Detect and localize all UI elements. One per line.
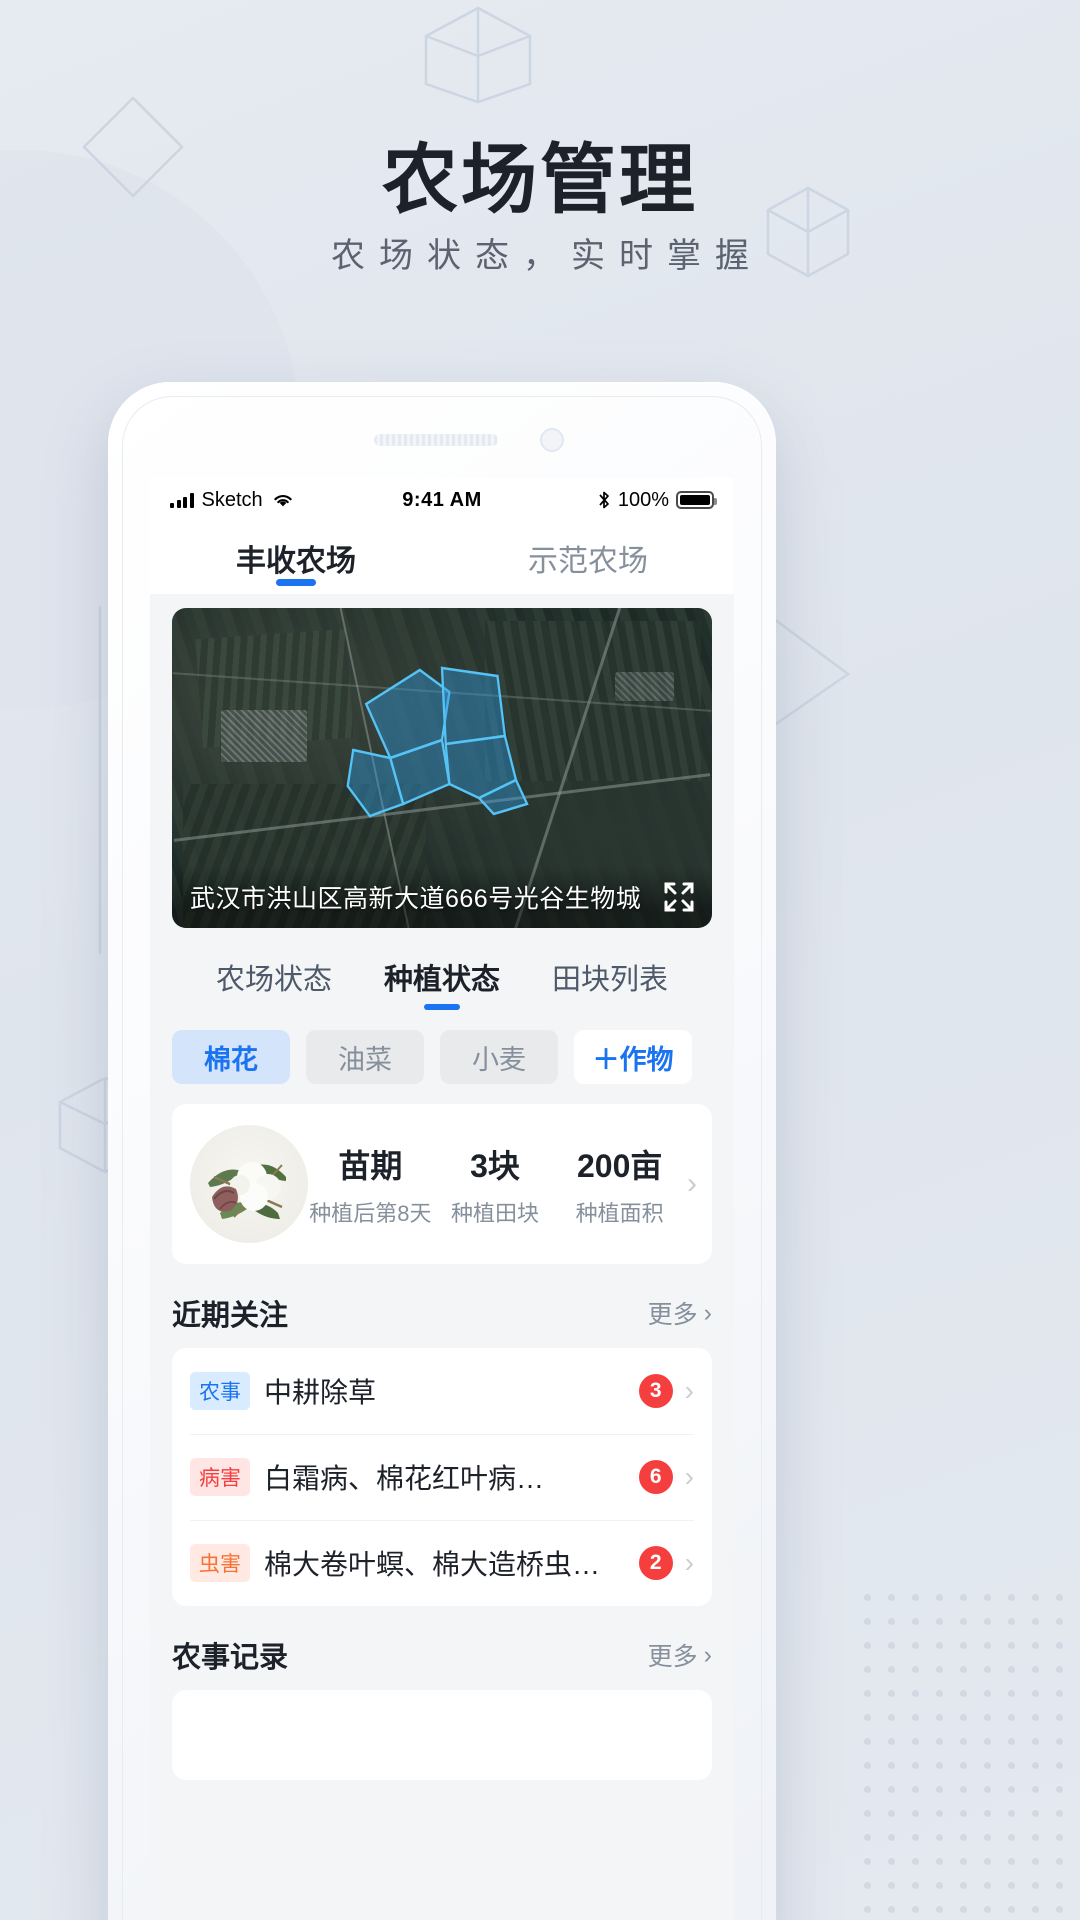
record-section-header: 农事记录 更多 › [150,1606,734,1690]
section-title: 农事记录 [172,1642,289,1674]
crop-stat-value: 苗期 [338,1147,403,1184]
list-item[interactable]: 虫害 棉大卷叶螟、棉大造桥虫… 2 › [190,1520,694,1606]
active-tab-indicator [276,579,316,586]
recent-section-header: 近期关注 更多 › [150,1264,734,1348]
sub-tab-farm-status[interactable]: 农场状态 [216,956,332,1012]
status-time: 9:41 AM [402,488,482,511]
poster-page: 农场管理 农场状态，实时掌握 Sketch 9:41 AM 100% 丰收农场 … [0,0,1080,1920]
phone-front-camera [540,428,564,452]
crop-stat-value: 200亩 [576,1147,663,1184]
chevron-right-icon: › [684,1375,694,1406]
chevron-right-icon[interactable]: › [682,1167,702,1201]
farm-tab-bar[interactable]: 丰收农场 示范农场 [150,522,734,594]
crop-stat-area: 200亩 种植面积 [557,1141,682,1228]
crop-stat-stage: 苗期 种植后第8天 [308,1141,433,1228]
page-title: 农场管理 [382,138,698,223]
crop-chip-wheat[interactable]: 小麦 [440,1030,558,1084]
section-title: 近期关注 [172,1300,289,1332]
add-crop-button[interactable]: ＋作物 [574,1030,692,1084]
crop-stats: 苗期 种植后第8天 3块 种植田块 200亩 种植面积 [308,1141,682,1228]
wifi-icon [273,495,292,507]
more-label: 更多 [647,1301,698,1329]
item-tag: 病害 [190,1458,250,1496]
chevron-right-icon: › [703,1640,712,1669]
map-section: 武汉市洪山区高新大道666号光谷生物城 [150,594,734,928]
sub-tab-label: 农场状态 [215,964,332,996]
item-text: 棉大卷叶螟、棉大造桥虫… [264,1549,601,1580]
chevron-right-icon: › [703,1298,712,1327]
crop-stat-label: 种植后第8天 [309,1200,432,1226]
crop-chip-row[interactable]: 棉花 油菜 小麦 ＋作物 [150,1012,734,1084]
status-badge: 3 [638,1374,673,1408]
battery-full-icon [676,491,718,509]
crop-stat-label: 种植面积 [575,1200,664,1226]
battery-percent-label: 100% [617,488,670,511]
crop-chip-rapeseed[interactable]: 油菜 [306,1030,424,1084]
farm-tab-shifan[interactable]: 示范农场 [442,536,734,580]
decor-cube-top [424,6,532,104]
recent-more-button[interactable]: 更多 › [648,1295,712,1331]
fullscreen-expand-icon[interactable] [662,880,696,914]
decor-dot-grid [860,1590,1080,1920]
more-label: 更多 [647,1643,698,1671]
crop-stat-fields: 3块 种植田块 [433,1141,558,1228]
phone-speaker-grille [374,434,498,446]
sub-tab-label: 种植状态 [383,964,500,996]
map-address: 武汉市洪山区高新大道666号光谷生物城 [172,866,712,928]
page-subtitle: 农场状态，实时掌握 [331,237,763,275]
satellite-map[interactable]: 武汉市洪山区高新大道666号光谷生物城 [172,608,712,928]
signal-bars-icon [170,492,194,508]
recent-list-card: 农事 中耕除草 3 › 病害 白霜病、棉花红叶病… 6 › 虫害 棉大卷叶螟、棉… [172,1348,712,1606]
status-bar: Sketch 9:41 AM 100% [150,478,734,522]
chevron-right-icon: › [684,1547,694,1578]
crop-chip-cotton[interactable]: 棉花 [172,1030,290,1084]
phone-mockup: Sketch 9:41 AM 100% 丰收农场 示范农场 武汉市洪山区高新大道… [108,382,776,1920]
phone-screen: Sketch 9:41 AM 100% 丰收农场 示范农场 武汉市洪山区高新大道… [150,478,734,1920]
active-subtab-indicator [423,1004,460,1010]
record-more-button[interactable]: 更多 › [648,1637,712,1673]
list-item[interactable]: 病害 白霜病、棉花红叶病… 6 › [190,1434,694,1520]
sub-tab-field-list[interactable]: 田块列表 [552,956,668,1012]
item-text: 白霜病、棉花红叶病… [264,1463,545,1494]
sub-tab-bar[interactable]: 农场状态 种植状态 田块列表 [150,928,734,1012]
crop-stat-value: 3块 [470,1147,520,1184]
item-tag: 虫害 [190,1544,250,1582]
farm-tab-label: 示范农场 [528,545,648,578]
sub-tab-label: 田块列表 [552,964,669,996]
sub-tab-planting-status[interactable]: 种植状态 [384,956,500,1012]
farm-tab-fengshou[interactable]: 丰收农场 [150,536,442,586]
crop-stat-label: 种植田块 [451,1200,540,1226]
record-list-card[interactable] [172,1690,712,1780]
item-text: 中耕除草 [264,1377,377,1408]
status-badge: 2 [638,1546,673,1580]
chevron-right-icon: › [684,1461,694,1492]
list-item[interactable]: 农事 中耕除草 3 › [190,1348,694,1434]
farm-tab-label: 丰收农场 [236,545,356,578]
carrier-label: Sketch [201,488,263,511]
crop-summary-card[interactable]: 苗期 种植后第8天 3块 种植田块 200亩 种植面积 › [172,1104,712,1264]
status-badge: 6 [638,1460,673,1494]
bluetooth-icon [599,491,609,509]
item-tag: 农事 [190,1372,250,1410]
cotton-plant-photo [190,1125,308,1243]
